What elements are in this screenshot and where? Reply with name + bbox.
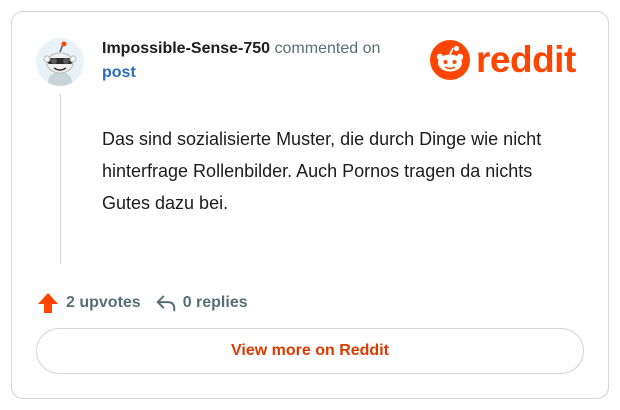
upvote-count: 2 upvotes bbox=[66, 294, 141, 311]
username[interactable]: Impossible-Sense-750 bbox=[102, 40, 270, 57]
reddit-embed-card: Impossible-Sense-750 commented on post r… bbox=[11, 11, 609, 399]
view-more-button[interactable]: View more on Reddit bbox=[36, 328, 584, 374]
reddit-wordmark: reddit bbox=[476, 39, 576, 80]
avatar[interactable] bbox=[36, 38, 84, 86]
post-link[interactable]: post bbox=[102, 61, 422, 85]
upvote-arrow-icon[interactable] bbox=[36, 291, 60, 315]
thread-line bbox=[60, 94, 61, 264]
comment-stats: 2 upvotes 0 replies bbox=[36, 291, 248, 315]
reddit-logo[interactable]: reddit bbox=[430, 40, 576, 80]
reply-arrow-icon[interactable] bbox=[155, 292, 177, 314]
reddit-snoo-icon bbox=[430, 40, 470, 80]
comment-body: Das sind sozialisierte Muster, die durch… bbox=[102, 129, 542, 213]
snoo-avatar-icon bbox=[36, 38, 84, 86]
reply-count: 0 replies bbox=[182, 294, 248, 311]
action-text: commented on bbox=[270, 40, 381, 57]
comment-header: Impossible-Sense-750 commented on post bbox=[102, 37, 422, 85]
